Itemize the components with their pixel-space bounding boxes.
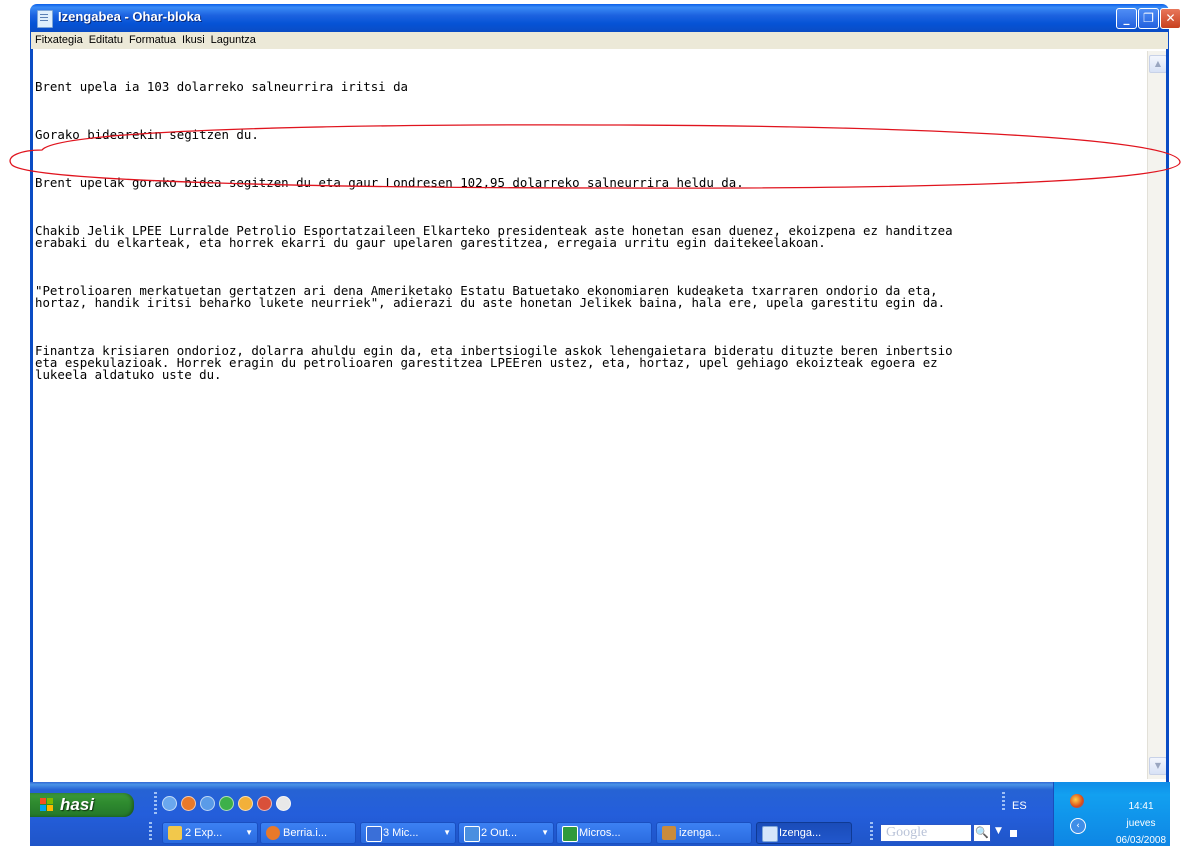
paragraph: Brent upela ia 103 dolarreko salneurrira… xyxy=(35,79,408,94)
toolbar-grip[interactable] xyxy=(149,822,152,842)
search-icon[interactable]: 🔍 xyxy=(973,824,991,842)
chevron-down-icon: ▼ xyxy=(443,828,451,837)
task-label: Izenga... xyxy=(779,827,822,839)
chevron-down-icon: ▼ xyxy=(541,828,549,837)
desktop-icon[interactable] xyxy=(162,796,177,811)
taskbar-button-excel[interactable]: Micros... xyxy=(556,822,652,844)
media-icon[interactable] xyxy=(219,796,234,811)
clock-day: jueves xyxy=(1126,818,1156,829)
firefox-icon xyxy=(266,826,280,840)
task-label: 2 Exp... xyxy=(185,827,223,839)
task-label: 3 Mic... xyxy=(383,827,419,839)
chevron-down-icon: ▼ xyxy=(245,828,253,837)
taskbar-button-firefox[interactable]: Berria.i... xyxy=(260,822,356,844)
clock-time: 14:41 xyxy=(1128,801,1154,812)
paragraph: Chakib Jelik LPEE Lurralde Petrolio Espo… xyxy=(35,223,953,250)
task-label: Berria.i... xyxy=(283,827,328,839)
menu-edit[interactable]: Editatu xyxy=(86,32,126,46)
paragraph: "Petrolioaren merkatuetan gertatzen ari … xyxy=(35,283,946,310)
outlook-icon[interactable] xyxy=(200,796,215,811)
word-icon xyxy=(366,826,382,842)
menu-format[interactable]: Formatua xyxy=(126,32,179,46)
taskbar-button-image[interactable]: izenga... xyxy=(656,822,752,844)
folder-icon xyxy=(168,826,182,840)
taskbar: hasi 2 Exp... ▼ Berria.i... 3 Mic... ▼ 2… xyxy=(30,782,1170,849)
excel-icon xyxy=(562,826,578,842)
taskbar-button-notepad[interactable]: Izenga... xyxy=(756,822,852,844)
maximize-button[interactable]: ❐ xyxy=(1138,8,1159,29)
notepad-icon xyxy=(762,826,778,842)
clock[interactable]: 14:41 jueves 06/03/2008 xyxy=(1116,798,1166,849)
text-editor[interactable]: Brent upela ia 103 dolarreko salneurrira… xyxy=(30,49,1169,782)
document-text[interactable]: Brent upela ia 103 dolarreko salneurrira… xyxy=(35,57,1140,417)
paragraph: Gorako bidearekin segitzen du. xyxy=(35,127,259,142)
language-indicator[interactable]: ES xyxy=(1012,800,1027,812)
google-search-input[interactable]: Google xyxy=(880,824,972,842)
taskbar-button-word[interactable]: 3 Mic... ▼ xyxy=(360,822,456,844)
chevron-down-icon[interactable]: ▼ xyxy=(995,826,1002,836)
show-hidden-icons-button[interactable]: ‹ xyxy=(1070,818,1086,834)
firefox-icon[interactable] xyxy=(181,796,196,811)
windows-flag-icon xyxy=(40,798,54,812)
toolbar-grip[interactable] xyxy=(870,822,873,842)
taskbar-button-outlook[interactable]: 2 Out... ▼ xyxy=(458,822,554,844)
minimize-button[interactable]: _ xyxy=(1116,8,1137,29)
task-label: izenga... xyxy=(679,827,721,839)
scroll-down-icon[interactable]: ▼ xyxy=(1149,757,1166,775)
paragraph: Finantza krisiaren ondorioz, dolarra ahu… xyxy=(35,343,953,382)
menu-bar: Fitxategia Editatu Formatua Ikusi Laguntza xyxy=(30,32,1169,49)
close-button[interactable]: ✕ xyxy=(1160,8,1181,29)
clock-date: 06/03/2008 xyxy=(1116,835,1167,846)
notepad-icon xyxy=(37,10,53,28)
app-icon[interactable] xyxy=(238,796,253,811)
toolbar-options-icon[interactable] xyxy=(1010,830,1017,837)
start-label: hasi xyxy=(60,795,95,814)
vertical-scrollbar[interactable]: ▲ ▼ xyxy=(1147,51,1166,779)
menu-view[interactable]: Ikusi xyxy=(179,32,208,46)
title-bar[interactable]: Izengabea - Ohar-bloka _ ❐ ✕ xyxy=(30,4,1181,32)
outlook-icon xyxy=(464,826,480,842)
app-icon[interactable] xyxy=(276,796,291,811)
start-button[interactable]: hasi xyxy=(30,793,134,817)
menu-file[interactable]: Fitxategia xyxy=(31,32,86,46)
quick-launch xyxy=(162,796,295,814)
scroll-up-icon[interactable]: ▲ xyxy=(1149,55,1166,73)
menu-help[interactable]: Laguntza xyxy=(208,32,259,46)
paragraph: Brent upelak gorako bidea segitzen du et… xyxy=(35,175,744,190)
toolbar-grip[interactable] xyxy=(1002,792,1005,812)
task-label: Micros... xyxy=(579,827,621,839)
app-icon[interactable] xyxy=(257,796,272,811)
taskbar-button-explorer[interactable]: 2 Exp... ▼ xyxy=(162,822,258,844)
toolbar-grip[interactable] xyxy=(154,792,157,816)
window-title: Izengabea - Ohar-bloka xyxy=(58,9,202,24)
tray-app-icon[interactable] xyxy=(1070,794,1084,808)
task-label: 2 Out... xyxy=(481,827,518,839)
image-icon xyxy=(662,826,676,840)
